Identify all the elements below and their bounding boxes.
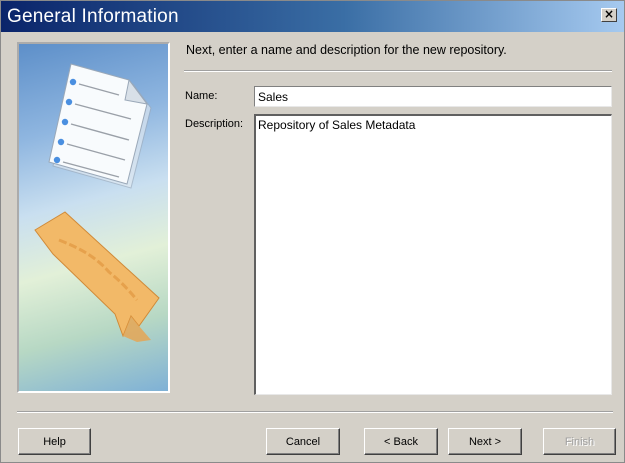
description-field[interactable] (254, 114, 612, 395)
back-button[interactable]: < Back (364, 428, 438, 455)
cancel-button[interactable]: Cancel (266, 428, 340, 455)
next-button[interactable]: Next > (448, 428, 522, 455)
help-button[interactable]: Help (18, 428, 91, 455)
wizard-illustration (17, 42, 170, 393)
illustration-graphic (34, 63, 160, 342)
close-icon: × (603, 7, 615, 21)
finish-button[interactable]: Finish (543, 428, 616, 455)
general-information-dialog: General Information × Next, enter a name… (0, 0, 625, 463)
title-bar[interactable]: General Information × (1, 1, 624, 32)
name-label: Name: (185, 90, 218, 102)
window-title: General Information (7, 6, 179, 27)
close-button[interactable]: × (601, 8, 617, 22)
name-field[interactable] (254, 86, 612, 107)
footer-separator (17, 411, 613, 413)
description-label: Description: (185, 118, 244, 130)
document-icon (48, 63, 152, 189)
wizard-instruction: Next, enter a name and description for t… (186, 43, 507, 57)
tag-icon (34, 211, 160, 342)
header-separator (184, 70, 612, 72)
